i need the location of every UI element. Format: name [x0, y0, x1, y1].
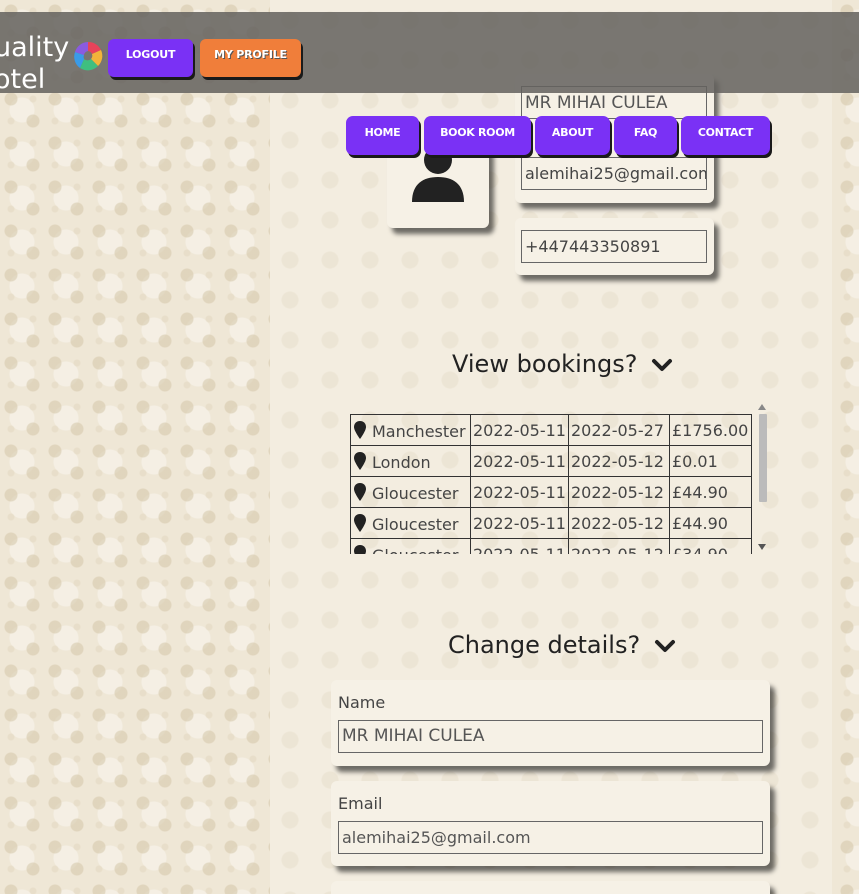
cell-text: 2022-05-12 [570, 513, 664, 533]
booking-check-out-cell: 2022-05-12 [567, 538, 670, 555]
cell-text: Manchester [372, 421, 466, 441]
profile-phone-field[interactable]: +447443350891 [521, 230, 707, 263]
booking-check-in-cell: 2022-05-11 [470, 445, 569, 477]
scroll-down-arrow-icon [758, 544, 766, 550]
name-label: Name [338, 693, 386, 712]
cell-text: Gloucester [372, 514, 459, 534]
cell-text: 2022-05-11 [473, 544, 566, 555]
cell-text: 2022-05-12 [570, 544, 664, 555]
cell-text: £34.90 [671, 544, 728, 555]
scroll-thumb [759, 414, 767, 502]
cell-text: 2022-05-12 [570, 482, 664, 502]
booking-location-cell: Manchester [350, 414, 471, 446]
next-edit-card [331, 881, 770, 894]
logo-icon [74, 41, 103, 71]
cell-text: 2022-05-27 [570, 420, 664, 440]
nav-about-button[interactable]: ABOUT [535, 116, 610, 155]
booking-price-cell: £34.90 [668, 538, 752, 555]
cell-text: 2022-05-11 [473, 451, 566, 471]
cell-text: London [372, 452, 431, 472]
nav-contact-button[interactable]: CONTACT [681, 116, 770, 155]
logo-line-2: otel [0, 64, 46, 95]
cell-text: £44.90 [671, 513, 728, 533]
cell-text: £1756.00 [671, 420, 749, 440]
map-pin-icon [354, 544, 366, 554]
booking-row: London 2022-05-11 2022-05-12 £0.01 [350, 445, 752, 477]
scroll-up-arrow-icon [758, 404, 766, 410]
bookings-table-container[interactable]: Manchester 2022-05-11 2022-05-27 £1756.00 Lo… [350, 398, 770, 554]
cell-text: Gloucester [372, 546, 458, 555]
nav-book-room-button[interactable]: BOOK ROOM [424, 116, 531, 155]
view-bookings-heading: View bookings? [452, 350, 638, 378]
booking-location-cell: London [350, 445, 471, 477]
cell-text: £44.90 [671, 482, 728, 502]
change-details-heading: Change details? [448, 631, 641, 659]
booking-price-cell: £0.01 [668, 445, 752, 477]
booking-check-out-cell: 2022-05-12 [567, 476, 670, 508]
profile-email-field[interactable]: alemihai25@gmail.com [521, 157, 707, 190]
booking-location-cell: Gloucester [350, 507, 471, 539]
my-profile-button[interactable]: MY PROFILE [200, 39, 301, 77]
booking-row: Manchester 2022-05-11 2022-05-27 £1756.00 [350, 414, 752, 446]
map-pin-icon [354, 451, 366, 470]
booking-check-out-cell: 2022-05-27 [567, 414, 670, 446]
logo-line-1: uality [0, 32, 70, 63]
change-details-toggle[interactable]: Change details? [448, 631, 676, 665]
bookings-table: Manchester 2022-05-11 2022-05-27 £1756.00 Lo… [350, 414, 752, 554]
booking-location-cell: Gloucester [350, 538, 471, 555]
booking-check-in-cell: 2022-05-11 [470, 507, 569, 539]
booking-row: Gloucester 2022-05-11 2022-05-12 £44.90 [350, 476, 752, 508]
view-bookings-toggle[interactable]: View bookings? [452, 350, 673, 384]
booking-check-out-cell: 2022-05-12 [567, 445, 670, 477]
booking-location-cell: Gloucester [350, 476, 471, 508]
header-bar: uality otel LOGOUT MY PROFILE [0, 12, 859, 96]
booking-check-in-cell: 2022-05-11 [470, 414, 569, 446]
cell-text: £0.01 [671, 451, 718, 471]
booking-check-out-cell: 2022-05-12 [567, 507, 670, 539]
booking-row: Gloucester 2022-05-11 2022-05-12 £44.90 [350, 507, 752, 539]
booking-check-in-cell: 2022-05-11 [470, 476, 569, 508]
nav-faq-button[interactable]: FAQ [614, 116, 677, 155]
booking-check-in-cell: 2022-05-11 [470, 538, 569, 555]
email-input[interactable]: alemihai25@gmail.com [338, 821, 763, 854]
cell-text: Gloucester [372, 483, 459, 503]
booking-price-cell: £44.90 [668, 507, 752, 539]
email-edit-card: Email alemihai25@gmail.com [331, 781, 770, 866]
map-pin-icon [354, 420, 366, 439]
profile-phone-card: +447443350891 [515, 218, 714, 275]
bookings-scrollbar[interactable] [754, 398, 770, 554]
nav-home-button[interactable]: HOME [346, 116, 419, 155]
booking-price-cell: £44.90 [668, 476, 752, 508]
email-label: Email [338, 794, 383, 813]
cell-text: 2022-05-12 [570, 451, 664, 471]
booking-price-cell: £1756.00 [668, 414, 752, 446]
name-edit-card: Name MR MIHAI CULEA [331, 680, 770, 766]
map-pin-icon [354, 513, 366, 532]
logout-button[interactable]: LOGOUT [108, 39, 193, 77]
cell-text: 2022-05-11 [473, 482, 566, 502]
chevron-down-icon [654, 640, 675, 652]
name-input[interactable]: MR MIHAI CULEA [338, 720, 763, 753]
logo-text[interactable]: uality otel [0, 32, 69, 96]
booking-row: Gloucester 2022-05-11 2022-05-12 £34.90 [350, 538, 752, 555]
map-pin-icon [354, 482, 366, 501]
cell-text: 2022-05-11 [473, 420, 566, 440]
cell-text: 2022-05-11 [473, 513, 566, 533]
chevron-down-icon [652, 359, 673, 371]
